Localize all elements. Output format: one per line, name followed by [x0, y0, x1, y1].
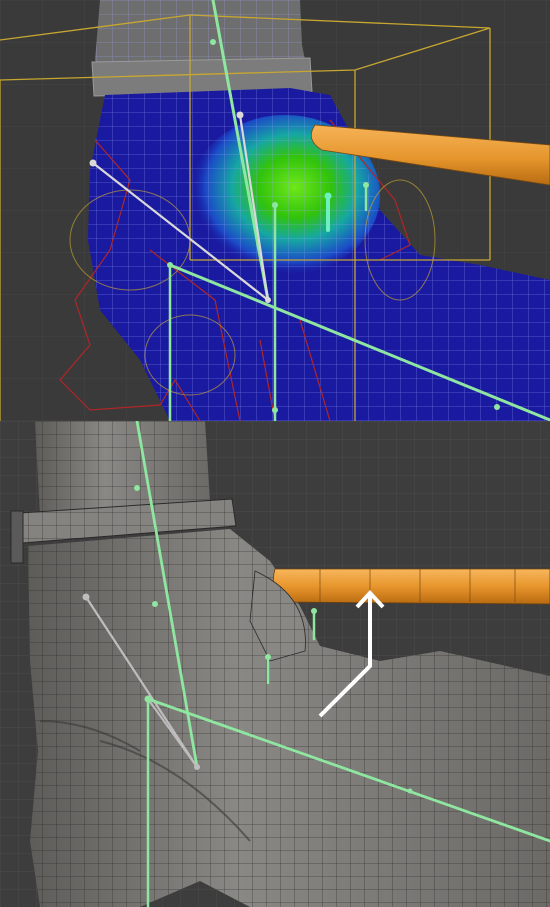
- weight-paint-viewport[interactable]: [0, 0, 550, 421]
- handle-rod: [272, 568, 550, 605]
- solid-shaded-canvas[interactable]: [0, 421, 550, 907]
- solid-shaded-viewport[interactable]: [0, 421, 550, 907]
- cuff-knob: [10, 510, 24, 564]
- weight-paint-canvas[interactable]: [0, 0, 550, 421]
